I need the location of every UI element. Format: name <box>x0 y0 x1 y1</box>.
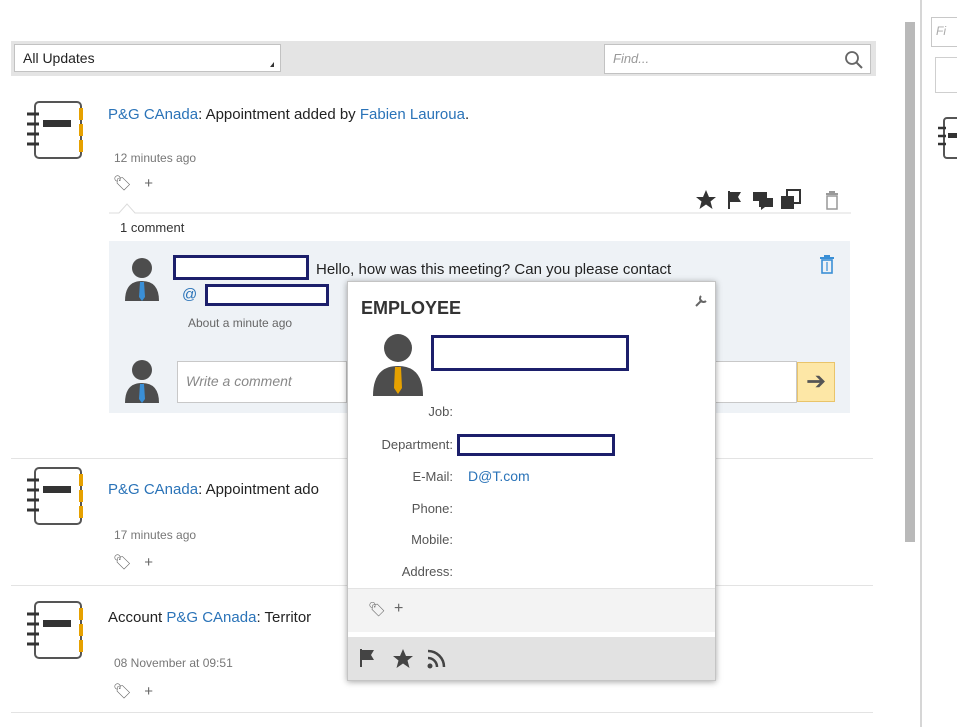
mobile-label: Mobile: <box>411 532 453 547</box>
appointment-notebook-icon <box>27 467 83 525</box>
write-comment-input[interactable]: Write a comment <box>177 361 347 403</box>
email-link[interactable]: D@T.com <box>468 468 530 484</box>
tag-row: 🏷︎ + <box>113 682 153 700</box>
comment-text: Hello, how was this meeting? Can you ple… <box>316 261 672 278</box>
search-placeholder: Find... <box>613 51 650 66</box>
popup-tag-row: 🏷︎ + <box>348 588 715 632</box>
account-notebook-icon <box>27 601 83 659</box>
comment-arrow-line <box>109 203 851 214</box>
tag-icon[interactable]: 🏷︎ <box>113 554 132 571</box>
wrench-icon[interactable] <box>694 294 708 308</box>
tag-row: 🏷︎ + <box>113 174 153 192</box>
write-comment-input-end[interactable] <box>713 361 797 403</box>
dropdown-selected-value: All Updates <box>23 50 95 66</box>
star-icon[interactable] <box>393 649 413 668</box>
redacted-employee-name <box>431 335 629 371</box>
feed-item-text: : Appointment added by <box>198 106 360 123</box>
right-pane-search-input[interactable]: Fi <box>931 17 957 47</box>
redacted-department <box>457 434 615 456</box>
feed-item-time: 12 minutes ago <box>114 151 197 165</box>
mention-at[interactable]: @ <box>182 286 197 303</box>
account-link[interactable]: P&G CAnada <box>108 481 198 498</box>
department-label: Department: <box>381 437 453 452</box>
account-link[interactable]: P&G CAnada <box>166 609 256 626</box>
popup-footer <box>348 637 715 680</box>
send-comment-button[interactable]: ➔ <box>797 362 835 402</box>
feed-search-input[interactable]: Find... <box>604 44 871 74</box>
flag-icon[interactable] <box>360 649 374 667</box>
feed-item-time: 08 November at 09:51 <box>114 656 233 670</box>
feed-item-title: P&G CAnada: Appointment ado <box>108 481 319 498</box>
employee-avatar <box>373 334 423 396</box>
phone-label: Phone: <box>411 501 453 516</box>
account-link[interactable]: P&G CAnada <box>108 106 198 123</box>
feed-item-text: : Territor <box>256 609 312 626</box>
right-pane-notebook-icon <box>938 117 957 159</box>
popup-title: EMPLOYEE <box>361 298 462 318</box>
write-comment-placeholder: Write a comment <box>186 373 292 389</box>
pane-separator[interactable] <box>920 0 922 727</box>
job-label: Job: <box>428 404 453 419</box>
dropdown-caret-icon <box>270 62 274 67</box>
feed-item-time: 17 minutes ago <box>114 528 197 542</box>
commenter-avatar <box>125 258 159 301</box>
email-label: E-Mail: <box>412 469 453 484</box>
feed-divider <box>11 712 873 713</box>
feed-item-title: Account P&G CAnada: Territor <box>108 609 311 626</box>
address-label: Address: <box>401 564 453 579</box>
search-icon[interactable] <box>844 50 864 70</box>
tag-icon[interactable]: 🏷︎ <box>368 601 386 618</box>
appointment-notebook-icon <box>27 101 83 159</box>
comment-time: About a minute ago <box>188 316 293 330</box>
title-suffix: . <box>464 106 470 123</box>
tag-icon[interactable]: 🏷︎ <box>113 683 132 700</box>
right-pane-field[interactable] <box>935 57 957 93</box>
feed-item-text: : Appointment ado <box>198 481 319 498</box>
tag-icon[interactable]: 🏷︎ <box>113 175 132 192</box>
updates-filter-dropdown[interactable]: All Updates <box>14 44 281 72</box>
current-user-avatar <box>125 360 159 403</box>
add-tag-button[interactable]: + <box>394 600 403 618</box>
feed-scrollbar[interactable] <box>905 22 915 542</box>
author-link[interactable]: Fabien Lauroua <box>360 106 465 123</box>
add-tag-button[interactable]: + <box>144 175 153 192</box>
feed-item-title: P&G CAnada: Appointment added by Fabien … <box>108 106 469 123</box>
add-tag-button[interactable]: + <box>144 683 153 700</box>
redacted-mention <box>205 284 329 306</box>
redacted-commenter-name <box>173 255 309 280</box>
feed-item-prefix: Account <box>108 609 167 626</box>
tag-row: 🏷︎ + <box>113 553 153 571</box>
right-pane-search-placeholder: Fi <box>936 24 946 38</box>
comment-count: 1 comment <box>120 220 185 235</box>
comment-delete-icon[interactable] <box>818 254 836 274</box>
employee-popup-card: EMPLOYEE Job: Department: E-Mail: D@T.co… <box>347 281 716 681</box>
rss-icon[interactable] <box>427 649 446 669</box>
add-tag-button[interactable]: + <box>144 554 153 571</box>
